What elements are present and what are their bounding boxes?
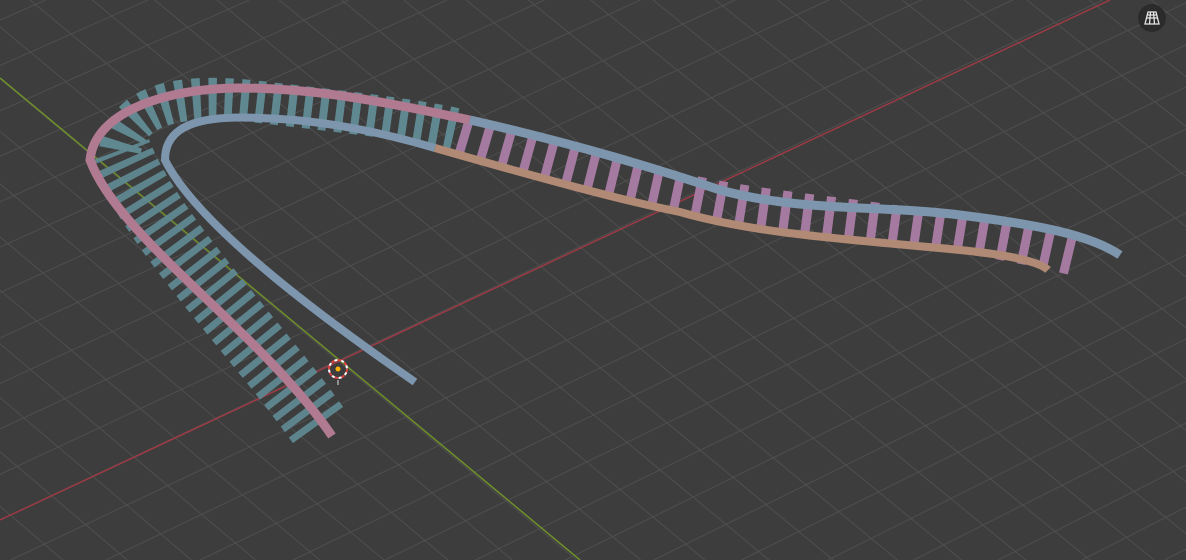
grid-line — [465, 0, 1155, 560]
grid-line — [403, 0, 1091, 560]
grid-line — [278, 0, 962, 560]
grid-line — [528, 0, 1186, 535]
grid-line — [0, 397, 192, 560]
grid-line — [901, 0, 1186, 228]
grid-line — [0, 0, 46, 21]
grid-line — [913, 422, 1186, 560]
perspective-grid-icon — [1144, 11, 1160, 25]
grid-line — [997, 464, 1186, 560]
grid-line — [564, 254, 1186, 560]
grid-line — [199, 86, 1186, 560]
3d-cursor[interactable] — [328, 359, 348, 385]
grid-line — [1081, 506, 1186, 560]
grid-line — [0, 505, 64, 560]
grid-line — [0, 78, 577, 560]
grid-line — [341, 0, 1027, 560]
grid-line — [741, 338, 1186, 560]
grid-line — [1088, 0, 1186, 78]
grid-line — [29, 0, 706, 560]
3d-viewport[interactable] — [0, 0, 1186, 560]
grid-line — [0, 451, 128, 560]
y-axis-line — [0, 77, 581, 560]
scene-canvas[interactable] — [0, 0, 1186, 560]
grid-line — [0, 343, 256, 560]
grid-line — [777, 0, 1186, 329]
grid-line — [827, 380, 1186, 560]
toggle-perspective-button[interactable] — [1138, 4, 1166, 32]
grid-line — [475, 212, 1186, 560]
grid-line — [1164, 548, 1186, 560]
